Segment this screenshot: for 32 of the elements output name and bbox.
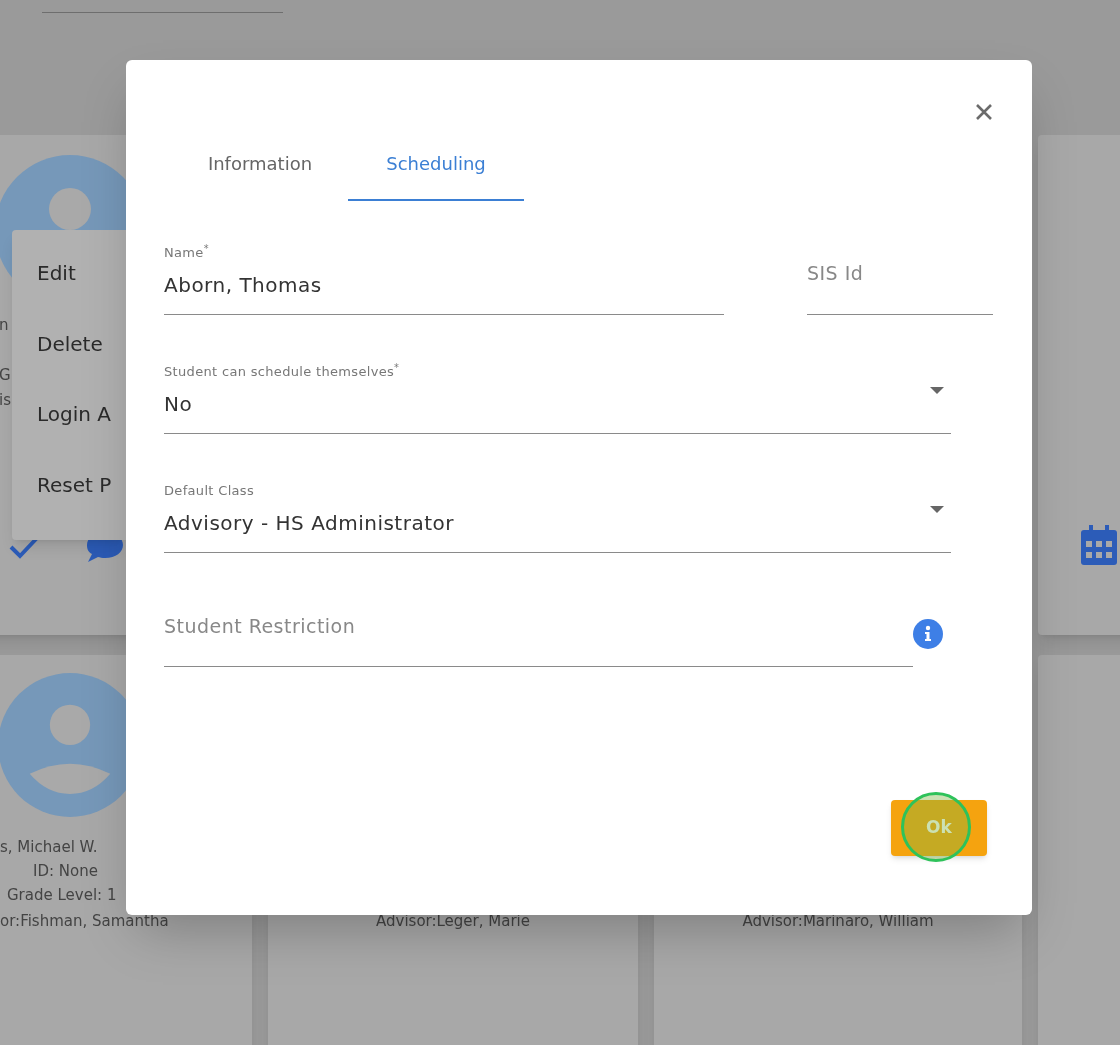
dropdown-arrow-icon	[930, 506, 944, 513]
calendar-icon[interactable]	[1081, 525, 1117, 565]
card-text: s, Michael W.	[0, 837, 99, 858]
field-value: Advisory - HS Administrator	[164, 510, 454, 537]
placeholder-text: Student Restriction	[164, 614, 357, 639]
dropdown-arrow-icon	[930, 387, 944, 394]
card-text: G	[0, 365, 11, 385]
menu-item[interactable]: Reset P	[12, 469, 126, 540]
menu-item[interactable]: Login A	[12, 399, 126, 470]
card-text: n	[0, 315, 9, 335]
info-icon[interactable]	[913, 619, 943, 649]
field-label: Student can schedule themselves$^{*}$	[164, 364, 401, 380]
text-field[interactable]: Name$^{*}$ Aborn, Thomas	[164, 245, 724, 315]
tab[interactable]: Information	[172, 140, 348, 201]
select-field[interactable]: Default Class Advisory - HS Administrator	[164, 483, 951, 553]
card-text: ID: None	[32, 861, 99, 882]
tab[interactable]: Scheduling	[348, 140, 524, 201]
field-value: Aborn, Thomas	[164, 272, 322, 299]
card-text: or:Fishman, Samantha	[0, 911, 170, 932]
field-label: Name$^{*}$	[164, 245, 210, 261]
text-field[interactable]: SIS Id	[807, 245, 993, 315]
field-label: Default Class	[164, 483, 256, 499]
card-text: is	[0, 390, 11, 410]
select-field[interactable]: Student can schedule themselves$^{*}$ No	[164, 364, 951, 434]
placeholder-text: SIS Id	[807, 261, 865, 286]
menu-item[interactable]: Delete	[12, 328, 126, 399]
card-text: Advisor:Leger, Marie	[375, 911, 531, 932]
menu-item[interactable]: Edit	[12, 258, 126, 329]
card-text: Grade Level: 1	[6, 885, 118, 906]
field-value: No	[164, 391, 193, 418]
text-field[interactable]: Student Restriction	[164, 597, 913, 667]
close-icon	[975, 103, 993, 121]
